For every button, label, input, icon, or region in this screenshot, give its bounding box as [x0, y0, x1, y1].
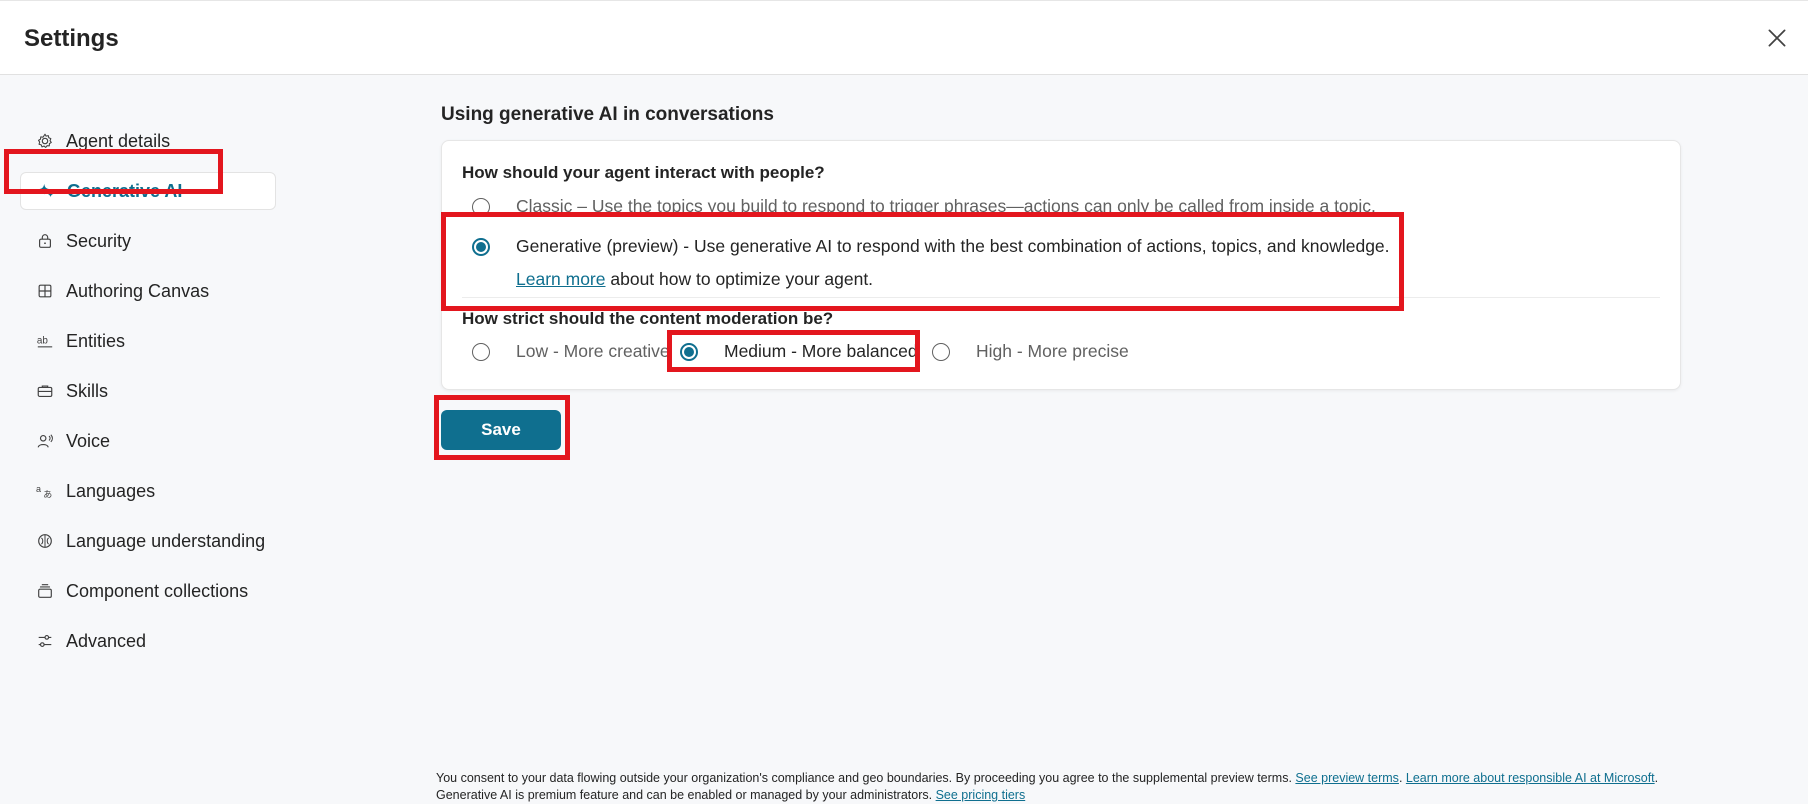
page-title: Settings [24, 25, 119, 52]
moderation-low-label: Low - More creative [516, 341, 670, 361]
close-icon [1768, 29, 1786, 47]
sidebar-item-advanced[interactable]: Advanced [20, 622, 276, 660]
sidebar-item-generative-ai[interactable]: Generative AI [20, 172, 276, 210]
svg-text:a: a [36, 484, 41, 494]
collection-icon [34, 580, 56, 602]
svg-text:ab: ab [37, 336, 48, 347]
learn-more-link[interactable]: Learn more [516, 269, 606, 289]
sidebar-item-label: Entities [66, 330, 126, 351]
footer-consent-text: You consent to your data flowing outside… [436, 771, 1292, 785]
classic-radio-option[interactable]: Classic – Use the topics you build to re… [472, 196, 1376, 217]
text-ab-icon: ab [34, 330, 56, 352]
sidebar-item-label: Generative AI [67, 180, 183, 201]
sidebar-item-label: Agent details [66, 130, 171, 151]
sidebar-item-label: Languages [66, 480, 156, 501]
svg-text:あ: あ [43, 489, 52, 499]
sliders-icon [34, 630, 56, 652]
interaction-question: How should your agent interact with peop… [462, 163, 825, 182]
sidebar-item-agent-details[interactable]: Agent details [20, 122, 276, 160]
responsible-ai-link[interactable]: Learn more about responsible AI at Micro… [1406, 771, 1655, 785]
moderation-high-radio[interactable] [932, 342, 950, 361]
footer-line-2: Generative AI is premium feature and can… [436, 787, 1658, 804]
voice-person-icon [34, 430, 56, 452]
pricing-tiers-link[interactable]: See pricing tiers [936, 788, 1026, 802]
sidebar-item-label: Language understanding [66, 530, 266, 551]
close-button[interactable] [1764, 25, 1790, 51]
classic-radio-label: Classic – Use the topics you build to re… [516, 196, 1376, 216]
divider [462, 297, 1660, 298]
sidebar-item-component-collections[interactable]: Component collections [20, 572, 276, 610]
sidebar-item-label: Voice [66, 430, 111, 451]
generative-radio-option[interactable]: Generative (preview) - Use generative AI… [472, 236, 1390, 257]
sidebar-item-label: Advanced [66, 630, 147, 651]
save-button[interactable]: Save [441, 410, 561, 450]
moderation-high-option[interactable]: High - More precise [932, 341, 1129, 362]
sidebar-item-authoring-canvas[interactable]: Authoring Canvas [20, 272, 276, 310]
generative-radio[interactable] [472, 237, 490, 256]
sidebar-item-security[interactable]: Security [20, 222, 276, 260]
generative-ai-settings-card: How should your agent interact with peop… [441, 140, 1681, 390]
see-preview-terms-link[interactable]: See preview terms [1295, 771, 1399, 785]
footer-line-1: You consent to your data flowing outside… [436, 771, 1659, 785]
gear-icon [34, 130, 56, 152]
footer-premium-text: Generative AI is premium feature and can… [436, 788, 933, 802]
lock-icon [34, 230, 56, 252]
sparkle-icon [35, 180, 57, 202]
moderation-high-label: High - More precise [976, 341, 1129, 361]
classic-radio[interactable] [472, 197, 490, 216]
moderation-low-radio[interactable] [472, 342, 490, 361]
moderation-question: How strict should the content moderation… [462, 309, 834, 328]
sidebar-item-label: Authoring Canvas [66, 280, 210, 301]
sidebar-item-languages[interactable]: aあ Languages [20, 472, 276, 510]
section-title: Using generative AI in conversations [441, 104, 774, 125]
sidebar-item-label: Security [66, 230, 132, 251]
sidebar-item-label: Skills [66, 380, 109, 401]
moderation-medium-option[interactable]: Medium - More balanced [680, 341, 918, 362]
learn-more-line: Learn more about how to optimize your ag… [516, 269, 873, 290]
moderation-medium-label: Medium - More balanced [724, 341, 918, 361]
sidebar-item-voice[interactable]: Voice [20, 422, 276, 460]
sidebar-item-entities[interactable]: ab Entities [20, 322, 276, 360]
consent-footer: You consent to your data flowing outside… [436, 770, 1658, 804]
translate-icon: aあ [34, 480, 56, 502]
toolbox-icon [34, 380, 56, 402]
settings-header: Settings [0, 0, 1808, 75]
learn-more-suffix: about how to optimize your agent. [610, 269, 874, 289]
moderation-medium-radio[interactable] [680, 342, 698, 361]
sidebar-item-skills[interactable]: Skills [20, 372, 276, 410]
moderation-low-option[interactable]: Low - More creative [472, 341, 670, 362]
sidebar-item-label: Component collections [66, 580, 249, 601]
generative-radio-label: Generative (preview) - Use generative AI… [516, 236, 1390, 256]
settings-sidebar: Agent details Generative AI Security Aut… [0, 75, 300, 802]
grid-icon [34, 280, 56, 302]
sidebar-item-language-understanding[interactable]: Language understanding [20, 522, 276, 560]
brain-icon [34, 530, 56, 552]
